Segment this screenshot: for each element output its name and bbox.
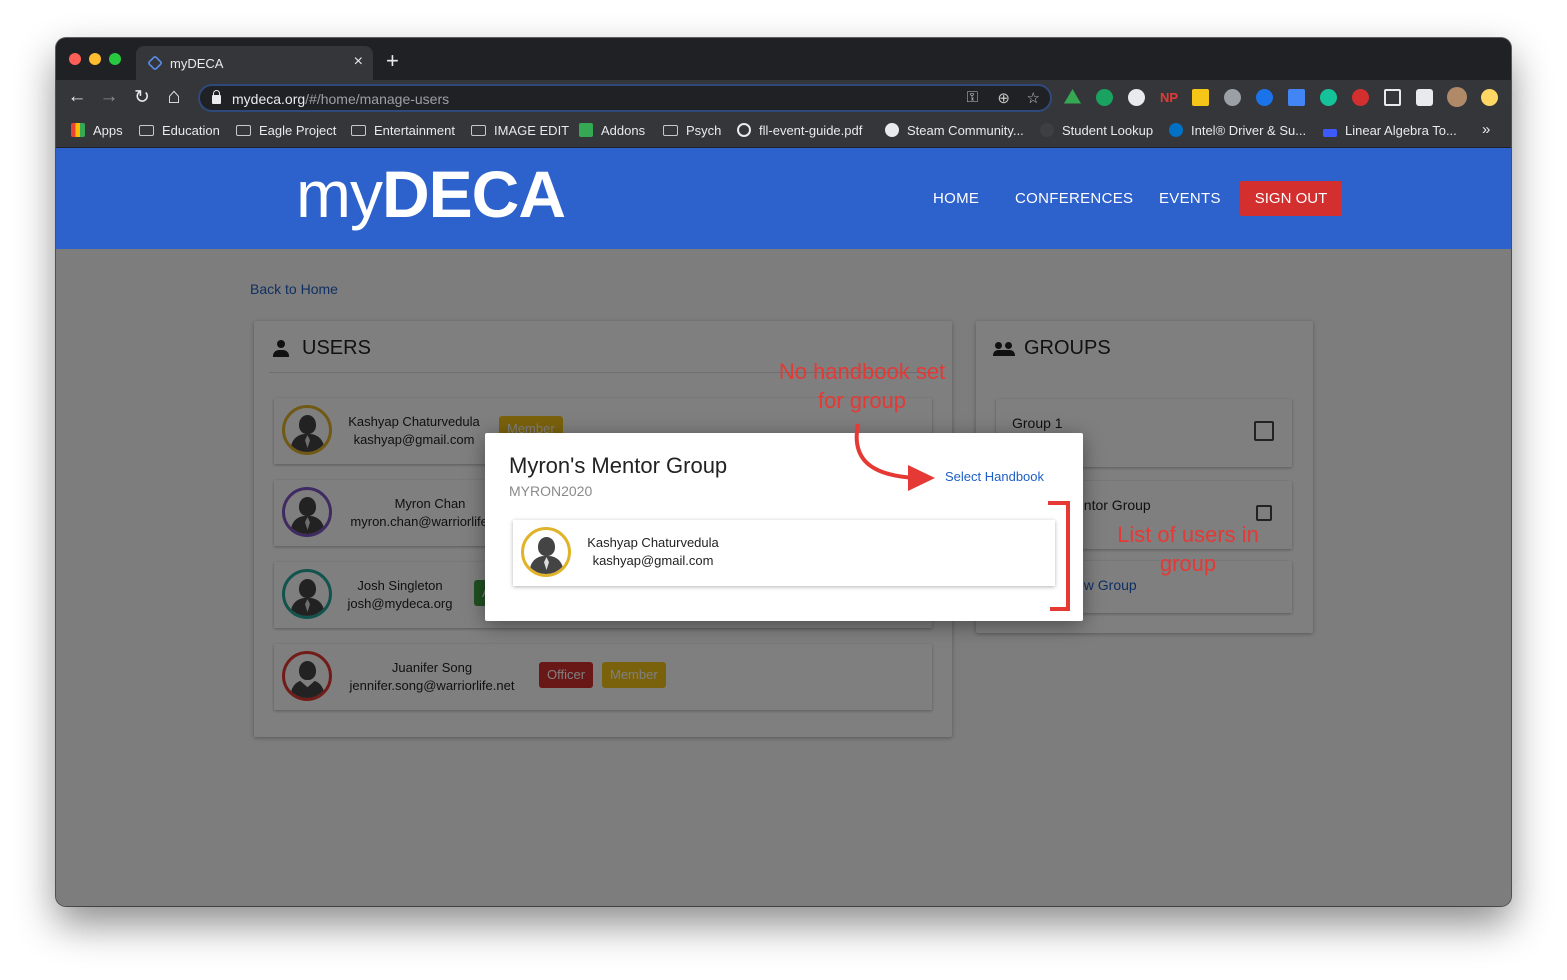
annotation-text: for group xyxy=(817,388,907,413)
annotation-users-list: List of users in group xyxy=(1093,520,1283,578)
annotation-text: group xyxy=(1159,551,1217,576)
annotation-no-handbook: No handbook set for group xyxy=(762,357,962,415)
annotation-text: List of users in xyxy=(1117,522,1259,547)
annotation-arrow xyxy=(854,423,916,480)
annotation-text: No handbook set xyxy=(778,359,946,384)
annotation-arrowhead xyxy=(908,465,935,491)
annotation-bracket xyxy=(1048,501,1070,611)
annotation-layer xyxy=(854,423,1070,611)
